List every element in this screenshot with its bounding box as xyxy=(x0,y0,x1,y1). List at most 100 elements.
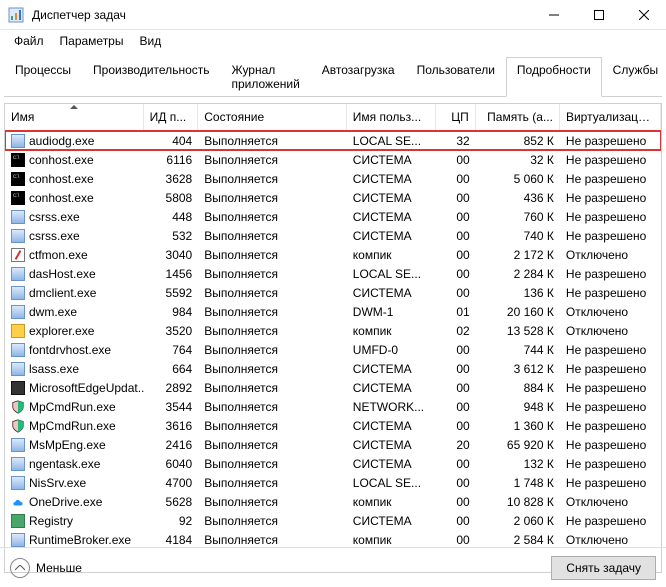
tab-0[interactable]: Процессы xyxy=(4,57,82,97)
cell-state: Выполняется xyxy=(198,457,347,471)
process-icon xyxy=(11,191,25,205)
menu-options[interactable]: Параметры xyxy=(52,32,132,50)
cell-cpu: 00 xyxy=(436,457,476,471)
cell-state: Выполняется xyxy=(198,153,347,167)
cell-memory: 136 К xyxy=(476,286,560,300)
table-body: audiodg.exe404ВыполняетсяLOCAL SE...3285… xyxy=(5,131,661,549)
chevron-up-icon xyxy=(10,558,30,578)
table-row[interactable]: NisSrv.exe4700ВыполняетсяLOCAL SE...001 … xyxy=(5,473,661,492)
cell-memory: 13 528 К xyxy=(476,324,560,338)
cell-user: СИСТЕМА xyxy=(347,362,436,376)
tab-4[interactable]: Пользователи xyxy=(406,57,506,97)
cell-name: MicrosoftEdgeUpdat... xyxy=(5,381,144,395)
table-row[interactable]: MpCmdRun.exe3616ВыполняетсяСИСТЕМА001 36… xyxy=(5,416,661,435)
table-row[interactable]: audiodg.exe404ВыполняетсяLOCAL SE...3285… xyxy=(5,131,661,150)
cell-pid: 92 xyxy=(144,514,199,528)
cell-virt: Отключено xyxy=(560,324,661,338)
cell-memory: 884 К xyxy=(476,381,560,395)
cell-cpu: 00 xyxy=(436,229,476,243)
tab-1[interactable]: Производительность xyxy=(82,57,220,97)
minimize-button[interactable] xyxy=(531,0,576,30)
cell-memory: 744 К xyxy=(476,343,560,357)
table-row[interactable]: explorer.exe3520Выполняетсякомпик0213 52… xyxy=(5,321,661,340)
process-icon xyxy=(11,286,25,300)
fewer-label: Меньше xyxy=(36,561,82,575)
tab-3[interactable]: Автозагрузка xyxy=(311,57,406,97)
tab-2[interactable]: Журнал приложений xyxy=(221,57,311,97)
tab-6[interactable]: Службы xyxy=(602,57,666,97)
cell-memory: 2 172 К xyxy=(476,248,560,262)
cell-name: NisSrv.exe xyxy=(5,476,144,490)
cell-state: Выполняется xyxy=(198,134,347,148)
process-icon xyxy=(11,210,25,224)
process-icon xyxy=(11,476,25,490)
process-name: dasHost.exe xyxy=(29,267,96,281)
cell-state: Выполняется xyxy=(198,400,347,414)
fewer-details-button[interactable]: Меньше xyxy=(10,558,82,578)
col-virt[interactable]: Виртуализаци... xyxy=(560,104,661,130)
cell-name: ctfmon.exe xyxy=(5,248,144,262)
col-memory[interactable]: Память (а... xyxy=(476,104,560,130)
cell-state: Выполняется xyxy=(198,229,347,243)
table-row[interactable]: dmclient.exe5592ВыполняетсяСИСТЕМА00136 … xyxy=(5,283,661,302)
cell-pid: 6116 xyxy=(144,153,199,167)
cell-user: СИСТЕМА xyxy=(347,229,436,243)
cell-memory: 3 612 К xyxy=(476,362,560,376)
end-task-button[interactable]: Снять задачу xyxy=(551,556,656,580)
table-header: Имя ИД п... Состояние Имя польз... ЦП Па… xyxy=(5,104,661,131)
cell-pid: 2416 xyxy=(144,438,199,452)
close-button[interactable] xyxy=(621,0,666,30)
col-name[interactable]: Имя xyxy=(5,104,144,130)
cell-memory: 2 584 К xyxy=(476,533,560,547)
cell-pid: 448 xyxy=(144,210,199,224)
cell-user: UMFD-0 xyxy=(347,343,436,357)
process-name: dwm.exe xyxy=(29,305,77,319)
cell-user: СИСТЕМА xyxy=(347,153,436,167)
table-row[interactable]: csrss.exe532ВыполняетсяСИСТЕМА00740 КНе … xyxy=(5,226,661,245)
cell-name: MpCmdRun.exe xyxy=(5,419,144,433)
menu-file[interactable]: Файл xyxy=(6,32,52,50)
cell-virt: Отключено xyxy=(560,495,661,509)
cell-pid: 764 xyxy=(144,343,199,357)
maximize-button[interactable] xyxy=(576,0,621,30)
cell-name: csrss.exe xyxy=(5,210,144,224)
table-row[interactable]: conhost.exe3628ВыполняетсяСИСТЕМА005 060… xyxy=(5,169,661,188)
process-name: conhost.exe xyxy=(29,172,94,186)
table-row[interactable]: Registry92ВыполняетсяСИСТЕМА002 060 КНе … xyxy=(5,511,661,530)
menu-view[interactable]: Вид xyxy=(131,32,169,50)
table-row[interactable]: conhost.exe6116ВыполняетсяСИСТЕМА0032 КН… xyxy=(5,150,661,169)
cell-pid: 5628 xyxy=(144,495,199,509)
col-user[interactable]: Имя польз... xyxy=(347,104,436,130)
col-cpu[interactable]: ЦП xyxy=(436,104,476,130)
cell-cpu: 00 xyxy=(436,210,476,224)
table-row[interactable]: ngentask.exe6040ВыполняетсяСИСТЕМА00132 … xyxy=(5,454,661,473)
cell-pid: 3616 xyxy=(144,419,199,433)
cell-pid: 3520 xyxy=(144,324,199,338)
cell-name: conhost.exe xyxy=(5,172,144,186)
table-row[interactable]: OneDrive.exe5628Выполняетсякомпик0010 82… xyxy=(5,492,661,511)
table-row[interactable]: ctfmon.exe3040Выполняетсякомпик002 172 К… xyxy=(5,245,661,264)
col-state[interactable]: Состояние xyxy=(198,104,347,130)
process-name: MicrosoftEdgeUpdat... xyxy=(29,381,144,395)
table-row[interactable]: csrss.exe448ВыполняетсяСИСТЕМА00760 КНе … xyxy=(5,207,661,226)
cell-name: OneDrive.exe xyxy=(5,495,144,509)
table-row[interactable]: lsass.exe664ВыполняетсяСИСТЕМА003 612 КН… xyxy=(5,359,661,378)
table-row[interactable]: MsMpEng.exe2416ВыполняетсяСИСТЕМА2065 92… xyxy=(5,435,661,454)
table-row[interactable]: dwm.exe984ВыполняетсяDWM-10120 160 КОткл… xyxy=(5,302,661,321)
table-row[interactable]: fontdrvhost.exe764ВыполняетсяUMFD-000744… xyxy=(5,340,661,359)
table-row[interactable]: conhost.exe5808ВыполняетсяСИСТЕМА00436 К… xyxy=(5,188,661,207)
titlebar: Диспетчер задач xyxy=(0,0,666,30)
cell-name: csrss.exe xyxy=(5,229,144,243)
process-icon xyxy=(11,438,25,452)
table-row[interactable]: dasHost.exe1456ВыполняетсяLOCAL SE...002… xyxy=(5,264,661,283)
table-row[interactable]: MicrosoftEdgeUpdat...2892ВыполняетсяСИСТ… xyxy=(5,378,661,397)
col-pid[interactable]: ИД п... xyxy=(144,104,199,130)
table-row[interactable]: MpCmdRun.exe3544ВыполняетсяNETWORK...009… xyxy=(5,397,661,416)
tab-5[interactable]: Подробности xyxy=(506,57,602,97)
cell-user: СИСТЕМА xyxy=(347,419,436,433)
app-icon xyxy=(8,7,24,23)
cell-memory: 760 К xyxy=(476,210,560,224)
cell-pid: 984 xyxy=(144,305,199,319)
cell-pid: 3040 xyxy=(144,248,199,262)
process-name: ctfmon.exe xyxy=(29,248,88,262)
